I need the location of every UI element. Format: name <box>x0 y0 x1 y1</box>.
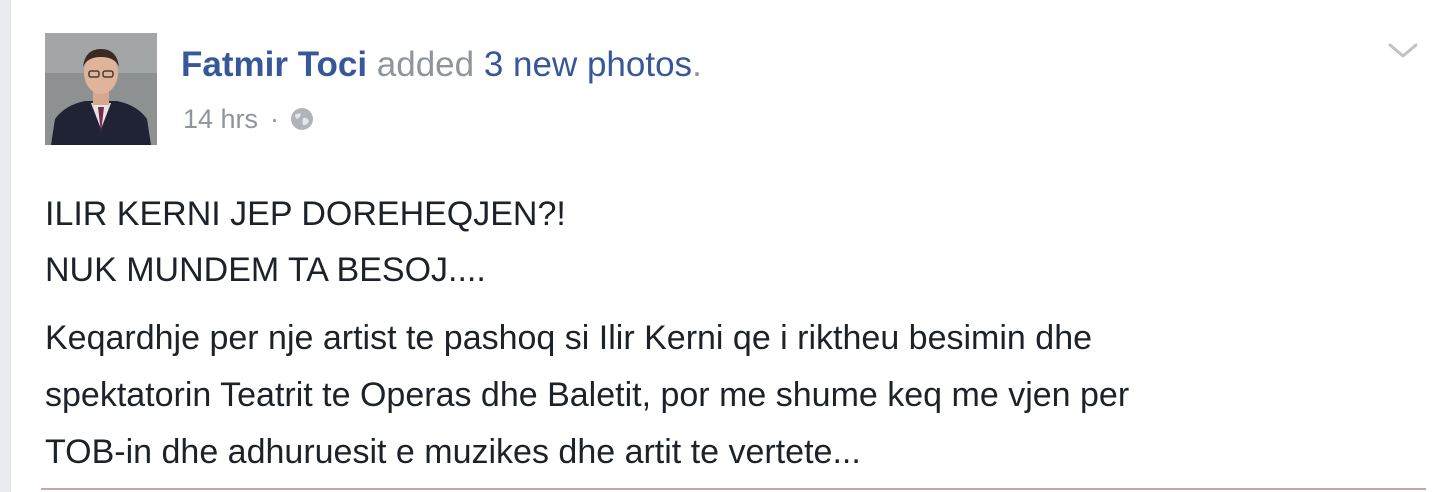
action-suffix: . <box>692 45 702 84</box>
action-prefix: added <box>376 45 484 84</box>
text-line: Keqardhje per nje artist te pashoq si Il… <box>45 319 1093 357</box>
chevron-down-icon[interactable] <box>1386 40 1420 62</box>
post-header: Fatmir Toci added 3 new photos. <box>181 42 702 88</box>
post-card: Fatmir Toci added 3 new photos. 14 hrs ·… <box>10 0 1434 492</box>
author-name[interactable]: Fatmir Toci <box>181 45 367 84</box>
text-line: NUK MUNDEM TA BESOJ.... <box>45 251 486 289</box>
avatar[interactable] <box>45 33 157 145</box>
paragraph-1: ILIR KERNI JEP DOREHEQJEN?! NUK MUNDEM T… <box>45 186 1415 298</box>
avatar-photo <box>45 33 157 145</box>
text-line: ILIR KERNI JEP DOREHEQJEN?! <box>45 195 566 233</box>
timestamp[interactable]: 14 hrs <box>183 102 258 136</box>
globe-icon[interactable] <box>289 106 315 132</box>
separator: · <box>270 104 280 134</box>
photos-link[interactable]: 3 new photos <box>484 45 692 84</box>
divider <box>41 488 1426 490</box>
text-line: TOB-in dhe adhuruesit e muzikes dhe arti… <box>45 433 861 471</box>
post-meta: 14 hrs · <box>183 102 315 136</box>
post-text: ILIR KERNI JEP DOREHEQJEN?! NUK MUNDEM T… <box>45 186 1415 481</box>
text-line: spektatorin Teatrit te Operas dhe Baleti… <box>45 376 1130 414</box>
paragraph-2: Keqardhje per nje artist te pashoq si Il… <box>45 310 1415 481</box>
